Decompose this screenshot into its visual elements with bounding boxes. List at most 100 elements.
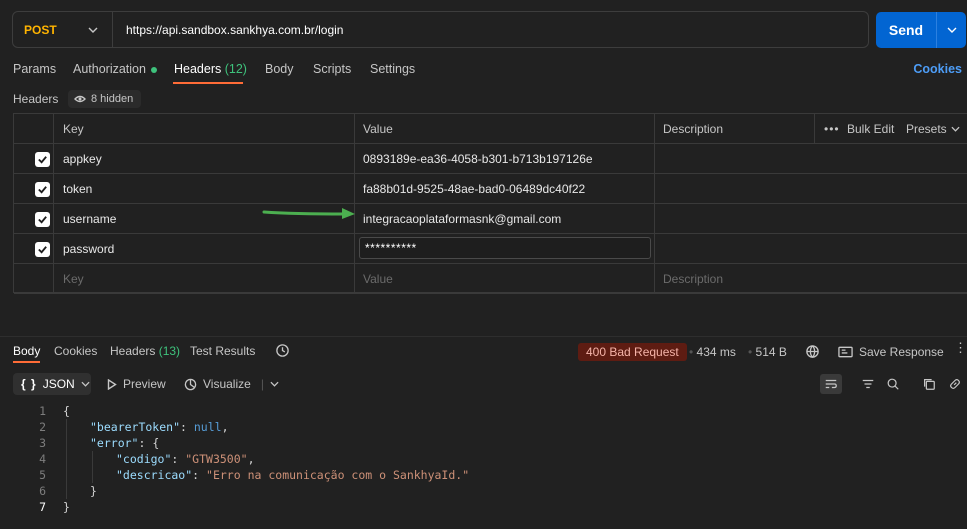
toolbar-divider: |	[260, 377, 264, 391]
hidden-headers-toggle[interactable]: 8 hidden	[68, 90, 142, 108]
url-input[interactable]: https://api.sandbox.sankhya.com.br/login	[113, 23, 343, 37]
tab-headers-label: Headers	[174, 62, 222, 76]
response-size-value: 514 B	[755, 345, 787, 359]
table-header-row: Key Value Description ••• Bulk Edit Pres…	[14, 114, 967, 144]
code-line: "bearerToken": null,	[90, 420, 229, 434]
indent-guide	[92, 451, 93, 483]
line-number: 5	[39, 468, 46, 482]
code-line: "error": {	[90, 436, 160, 450]
response-tab-headers-label: Headers	[110, 344, 156, 358]
json-value: "Erro na comunicação com o SankhyaId."	[206, 468, 470, 482]
copy-icon[interactable]	[918, 374, 940, 394]
tab-headers[interactable]: Headers (12)	[174, 62, 247, 76]
url-bar: POST https://api.sandbox.sankhya.com.br/…	[12, 11, 869, 48]
table-row-new: Key Value Description	[14, 264, 967, 294]
code-line: "codigo": "GTW3500",	[116, 452, 255, 466]
row-checkbox[interactable]	[35, 182, 50, 197]
format-label: JSON	[42, 377, 75, 391]
header-key[interactable]: appkey	[63, 144, 102, 174]
code-line: }	[63, 500, 70, 514]
tab-headers-count: (12)	[224, 62, 247, 76]
header-key[interactable]: password	[63, 234, 114, 264]
tab-settings[interactable]: Settings	[370, 62, 415, 76]
header-key[interactable]: username	[63, 204, 116, 234]
row-checkbox[interactable]	[35, 212, 50, 227]
column-divider	[654, 114, 655, 292]
request-tabs: Params Authorization Headers (12) Body S…	[0, 56, 967, 86]
filter-icon[interactable]	[857, 374, 879, 394]
tab-body[interactable]: Body	[265, 62, 294, 76]
row-checkbox[interactable]	[35, 152, 50, 167]
response-tab-headers[interactable]: Headers (13)	[110, 344, 180, 358]
table-row: password **********	[14, 234, 967, 264]
json-key: "error"	[90, 436, 139, 450]
row-checkbox[interactable]	[35, 242, 50, 257]
line-number: 2	[39, 420, 46, 434]
response-size: • 514 B	[748, 345, 787, 359]
format-dropdown[interactable]: { } JSON	[13, 373, 91, 395]
json-key: "descricao"	[116, 468, 193, 482]
header-value[interactable]: 0893189e-ea36-4058-b301-b713b197126e	[363, 144, 593, 174]
new-description-placeholder[interactable]: Description	[663, 264, 723, 294]
code-line: "descricao": "Erro na comunicação com o …	[116, 468, 470, 482]
tab-authorization[interactable]: Authorization	[73, 62, 157, 76]
bulk-edit-button[interactable]: Bulk Edit	[847, 114, 894, 144]
password-value-input[interactable]: **********	[359, 237, 651, 259]
wrap-lines-icon[interactable]	[820, 374, 842, 394]
header-value[interactable]: integracaoplataformasnk@gmail.com	[363, 204, 561, 234]
history-icon[interactable]	[275, 343, 290, 361]
more-vertical-icon[interactable]: ⋮	[954, 340, 967, 356]
chevron-down-icon	[88, 24, 98, 36]
response-time-value: 434 ms	[696, 345, 736, 359]
new-value-placeholder[interactable]: Value	[363, 264, 393, 294]
save-response-button[interactable]: Save Response	[838, 345, 944, 359]
tab-params[interactable]: Params	[13, 62, 56, 76]
presets-dropdown[interactable]: Presets	[906, 114, 960, 144]
save-response-label: Save Response	[859, 345, 944, 359]
link-icon[interactable]	[944, 374, 966, 394]
method-select[interactable]: POST	[13, 12, 113, 47]
tab-authorization-label: Authorization	[73, 62, 146, 76]
line-number: 4	[39, 452, 46, 466]
line-number: 1	[39, 404, 46, 418]
section-divider	[0, 336, 967, 337]
response-tab-test-results[interactable]: Test Results	[190, 344, 255, 358]
response-tab-cookies[interactable]: Cookies	[54, 344, 97, 358]
column-value: Value	[363, 122, 393, 136]
visualize-button[interactable]: Visualize |	[184, 377, 279, 391]
headers-section-title: Headers	[13, 92, 59, 106]
send-button[interactable]: Send	[876, 12, 966, 48]
chevron-down-icon	[81, 381, 90, 387]
response-tab-body[interactable]: Body	[13, 344, 40, 358]
column-description: Description	[663, 122, 724, 136]
save-icon	[838, 346, 853, 358]
json-value: "GTW3500"	[185, 452, 248, 466]
more-options-icon[interactable]: •••	[824, 114, 840, 144]
column-divider	[53, 114, 54, 292]
preview-button[interactable]: Preview	[107, 377, 166, 391]
method-label: POST	[24, 22, 57, 37]
globe-network-icon[interactable]	[805, 344, 820, 362]
chevron-down-icon	[951, 126, 960, 132]
active-tab-indicator	[173, 82, 243, 84]
play-icon	[107, 378, 117, 390]
json-value: null	[193, 420, 222, 434]
tab-scripts[interactable]: Scripts	[313, 62, 351, 76]
table-row: username integracaoplataformasnk@gmail.c…	[14, 204, 967, 234]
active-response-tab-indicator	[13, 361, 40, 363]
chevron-down-icon	[270, 381, 279, 387]
send-label: Send	[888, 22, 924, 38]
header-key[interactable]: token	[63, 174, 92, 204]
response-body-viewer[interactable]: 1 2 3 4 5 6 7 { "bearerToken": null, "er…	[0, 403, 967, 529]
column-divider	[814, 114, 815, 144]
send-options-chevron-icon[interactable]	[936, 12, 966, 48]
cookies-link[interactable]: Cookies	[913, 62, 962, 76]
search-icon[interactable]	[882, 374, 904, 394]
header-value[interactable]: fa88b01d-9525-48ae-bad0-06489dc40f22	[363, 174, 585, 204]
new-key-placeholder[interactable]: Key	[63, 264, 84, 294]
presets-label: Presets	[906, 122, 947, 136]
headers-table: Key Value Description ••• Bulk Edit Pres…	[13, 113, 967, 294]
preview-label: Preview	[123, 377, 166, 391]
code-line: }	[90, 484, 97, 498]
table-row: token fa88b01d-9525-48ae-bad0-06489dc40f…	[14, 174, 967, 204]
